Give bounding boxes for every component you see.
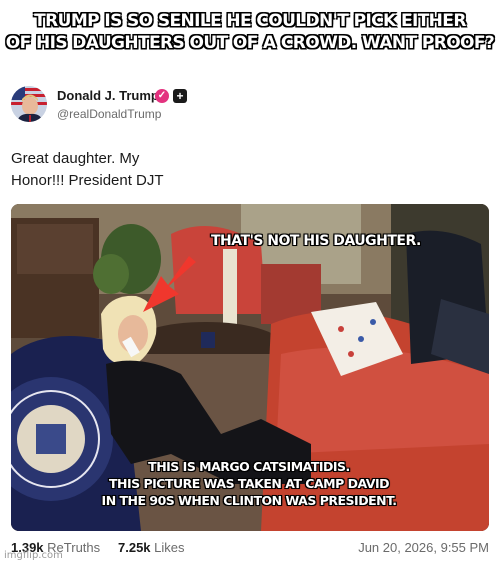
post-timestamp[interactable]: Jun 20, 2026, 9:55 PM — [358, 540, 489, 555]
post-media-image[interactable]: THAT'S NOT HIS DAUGHTER. THIS IS MARGO C… — [11, 204, 489, 531]
imgflip-watermark: imgflip.com — [4, 550, 63, 561]
meme-top-text: TRUMP IS SO SENILE HE COULDN'T PICK EITH… — [0, 10, 500, 54]
plus-icon[interactable]: + — [173, 89, 187, 103]
display-name[interactable]: Donald J. Trump — [57, 88, 159, 103]
photo-caption-bottom-line-1: THIS IS MARGO CATSIMATIDIS. — [148, 459, 350, 474]
meme-top-line-2: OF HIS DAUGHTERS OUT OF A CROWD. WANT PR… — [5, 33, 495, 53]
post-text-line-2: Honor!!! President DJT — [11, 172, 164, 189]
avatar[interactable] — [11, 86, 47, 122]
photo-caption-top: THAT'S NOT HIS DAUGHTER. — [211, 233, 421, 249]
post-text-line-1: Great daughter. My — [11, 150, 140, 167]
likes-stat[interactable]: 7.25k Likes — [118, 540, 185, 555]
likes-count: 7.25k — [118, 540, 151, 555]
post-header: Donald J. Trump ✓ + @realDonaldTrump — [11, 82, 491, 126]
photo-caption-bottom-line-2: THIS PICTURE WAS TAKEN AT CAMP DAVID — [109, 476, 389, 491]
photo-caption-bottom: THIS IS MARGO CATSIMATIDIS. THIS PICTURE… — [89, 458, 409, 509]
post-stats-bar: 1.39k ReTruths 7.25k Likes Jun 20, 2026,… — [11, 540, 491, 558]
post-text: Great daughter. My Honor!!! President DJ… — [11, 148, 311, 192]
likes-label: Likes — [154, 540, 185, 555]
user-handle[interactable]: @realDonaldTrump — [57, 107, 161, 121]
photo-caption-bottom-line-3: IN THE 90S WHEN CLINTON WAS PRESIDENT. — [101, 493, 397, 508]
verified-badge-icon: ✓ — [155, 89, 169, 103]
meme-top-line-1: TRUMP IS SO SENILE HE COULDN'T PICK EITH… — [34, 11, 466, 31]
